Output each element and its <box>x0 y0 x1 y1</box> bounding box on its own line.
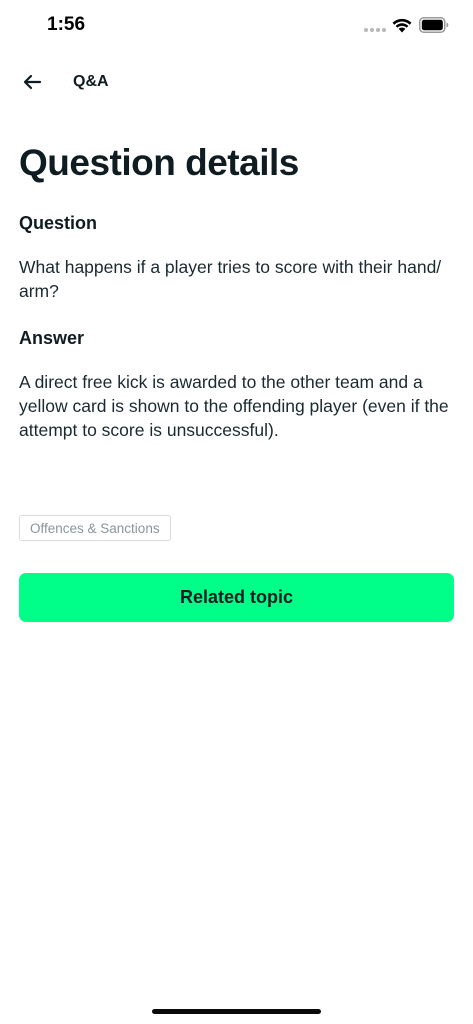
related-topic-button[interactable]: Related topic <box>19 573 454 622</box>
cellular-signal-icon <box>364 28 386 32</box>
nav-title: Q&A <box>73 73 109 90</box>
status-time: 1:56 <box>47 14 86 35</box>
navigation-bar: Q&A <box>0 62 473 102</box>
question-text: What happens if a player tries to score … <box>19 257 442 301</box>
home-indicator[interactable] <box>152 1009 321 1014</box>
topic-tag[interactable]: Offences & Sanctions <box>19 515 171 541</box>
battery-icon <box>419 17 449 33</box>
back-button[interactable] <box>18 68 46 96</box>
answer-text: A direct free kick is awarded to the oth… <box>19 372 449 440</box>
arrow-left-icon <box>23 74 42 90</box>
page-title: Question details <box>19 142 299 183</box>
question-label: Question <box>19 213 98 233</box>
wifi-icon <box>392 18 412 33</box>
answer-label: Answer <box>19 328 85 348</box>
status-bar: 1:56 <box>0 0 473 52</box>
